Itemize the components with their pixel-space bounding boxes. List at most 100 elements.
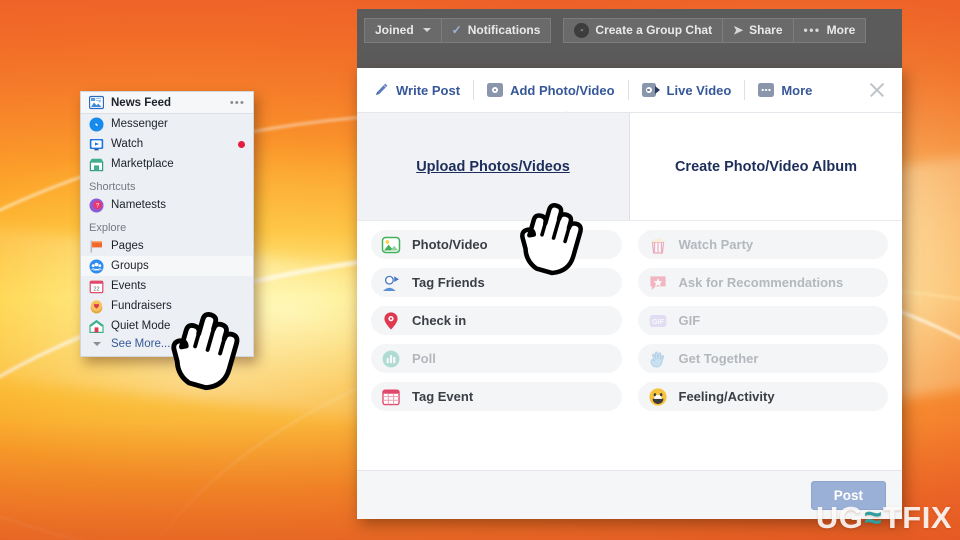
option-label: Watch Party (678, 237, 754, 252)
sidebar-item-messenger[interactable]: Messenger (81, 114, 253, 134)
create-album-link[interactable]: Create Photo/Video Album (675, 159, 857, 175)
option-label: Ask for Recommendations (678, 275, 844, 290)
upload-choice-area: Upload Photos/Videos Create Photo/Video … (357, 110, 902, 220)
share-button[interactable]: ➤ Share (723, 17, 794, 43)
option-label: Poll (412, 351, 436, 366)
option-feeling-activity[interactable]: Feeling/Activity (637, 382, 888, 411)
option-check-in[interactable]: Check in (371, 306, 622, 335)
groups-icon (89, 259, 104, 274)
sidebar-item-news-feed[interactable]: News Feed ••• (81, 92, 253, 114)
video-cam-icon (641, 83, 660, 97)
create-album-area[interactable]: Create Photo/Video Album (630, 113, 902, 220)
option-label: Feeling/Activity (678, 389, 775, 404)
joined-label: Joined (375, 23, 414, 37)
watermark-part1: UG (815, 500, 864, 535)
sidebar-item-marketplace[interactable]: Marketplace (81, 154, 253, 174)
tab-write-post[interactable]: Write Post (371, 76, 473, 104)
pointer-cursor-upload (505, 192, 601, 288)
messenger-icon (574, 22, 590, 38)
watermark-part2: ≈ (864, 500, 882, 535)
pointer-cursor-groups (155, 300, 259, 404)
photo-video-icon (381, 235, 401, 255)
sidebar-item-label: Nametests (111, 199, 166, 211)
sidebar-item-label: Watch (111, 138, 144, 150)
create-group-chat-label: Create a Group Chat (595, 23, 713, 37)
sidebar-item-nametests[interactable]: ? Nametests (81, 195, 253, 215)
watermark-part3: TFIX (882, 500, 952, 535)
tab-label: More (781, 82, 813, 98)
tag-event-icon (381, 387, 401, 407)
post-composer-dialog: Write Post Add Photo/Video Live Video Mo… (357, 68, 902, 519)
check-icon: ✓ (451, 23, 462, 37)
sidebar-item-label: Events (111, 280, 147, 292)
dots-chip-icon (758, 83, 775, 97)
chevron-down-icon (422, 28, 431, 32)
sidebar-item-watch[interactable]: Watch (81, 134, 253, 154)
option-label: GIF (678, 313, 701, 328)
option-label: Check in (412, 313, 467, 328)
option-watch-party: Watch Party (637, 230, 888, 259)
tab-live-video[interactable]: Live Video (629, 76, 745, 104)
composer-tab-row: Write Post Add Photo/Video Live Video Mo… (357, 68, 902, 112)
watch-party-icon (648, 235, 668, 255)
option-tag-event[interactable]: Tag Event (371, 382, 622, 411)
option-label: Photo/Video (412, 237, 488, 252)
tab-more[interactable]: More (745, 76, 825, 104)
marketplace-icon (89, 157, 104, 172)
svg-text:22: 22 (93, 286, 99, 292)
sidebar-item-label: Pages (111, 240, 144, 252)
quiet-mode-icon (89, 319, 104, 334)
recommendations-icon (648, 273, 668, 293)
sidebar-item-label: Groups (111, 260, 149, 272)
sidebar-item-events[interactable]: 22 Events (81, 276, 253, 296)
notifications-button[interactable]: ✓ Notifications (441, 17, 552, 43)
option-get-together: Get Together (637, 344, 888, 373)
option-gif: GIF GIF (637, 306, 888, 335)
composer-options-grid: Photo/Video Tag Friends Check in Poll Ta… (357, 220, 902, 470)
notifications-label: Notifications (467, 23, 541, 37)
tab-add-photo-video[interactable]: Add Photo/Video (474, 76, 627, 104)
feeling-icon (648, 387, 668, 407)
svg-text:GIF: GIF (652, 316, 665, 325)
toolbar-more-label: More (826, 23, 856, 37)
more-dots-icon: ••• (803, 23, 821, 37)
sidebar-item-groups[interactable]: Groups (81, 256, 253, 276)
composer-options-right-column: Watch Party Ask for Recommendations GIF (637, 230, 888, 464)
watch-icon (89, 137, 104, 152)
sidebar-item-label: Marketplace (111, 158, 174, 170)
tab-label: Live Video (666, 82, 732, 98)
joined-button[interactable]: Joined (364, 17, 442, 43)
gif-icon: GIF (648, 311, 668, 331)
sidebar-section-explore-heading: Explore (89, 222, 127, 234)
upload-photos-videos-link[interactable]: Upload Photos/Videos (416, 159, 570, 175)
tab-label: Add Photo/Video (510, 82, 615, 98)
news-feed-more-dots-icon[interactable]: ••• (230, 97, 245, 109)
chevron-down-icon (89, 337, 104, 352)
tab-label: Write Post (396, 82, 461, 98)
watch-unread-badge (238, 140, 245, 148)
option-ask-recommendations: Ask for Recommendations (637, 268, 888, 297)
share-arrow-icon: ➤ (733, 23, 744, 37)
create-group-chat-button[interactable]: Create a Group Chat (563, 17, 724, 43)
tag-friends-icon (381, 273, 401, 293)
sidebar-item-pages[interactable]: Pages (81, 236, 253, 256)
option-poll: Poll (371, 344, 622, 373)
sidebar-item-label: Messenger (111, 118, 168, 130)
option-label: Get Together (678, 351, 759, 366)
sidebar-item-label: News Feed (111, 96, 172, 109)
close-icon[interactable] (866, 79, 888, 101)
active-tab-caret (557, 110, 575, 121)
get-together-icon (648, 349, 668, 369)
check-in-icon (381, 311, 401, 331)
poll-icon (381, 349, 401, 369)
ugetfix-watermark: UG ≈ TFIX (816, 500, 952, 536)
option-label: Tag Event (412, 389, 474, 404)
pages-icon (89, 239, 104, 254)
news-feed-icon (88, 95, 105, 110)
events-icon: 22 (89, 279, 104, 294)
photo-chip-icon (487, 83, 504, 97)
share-label: Share (749, 23, 783, 37)
messenger-icon (89, 117, 104, 132)
toolbar-more-button[interactable]: ••• More (793, 17, 867, 43)
option-label: Tag Friends (412, 275, 485, 290)
